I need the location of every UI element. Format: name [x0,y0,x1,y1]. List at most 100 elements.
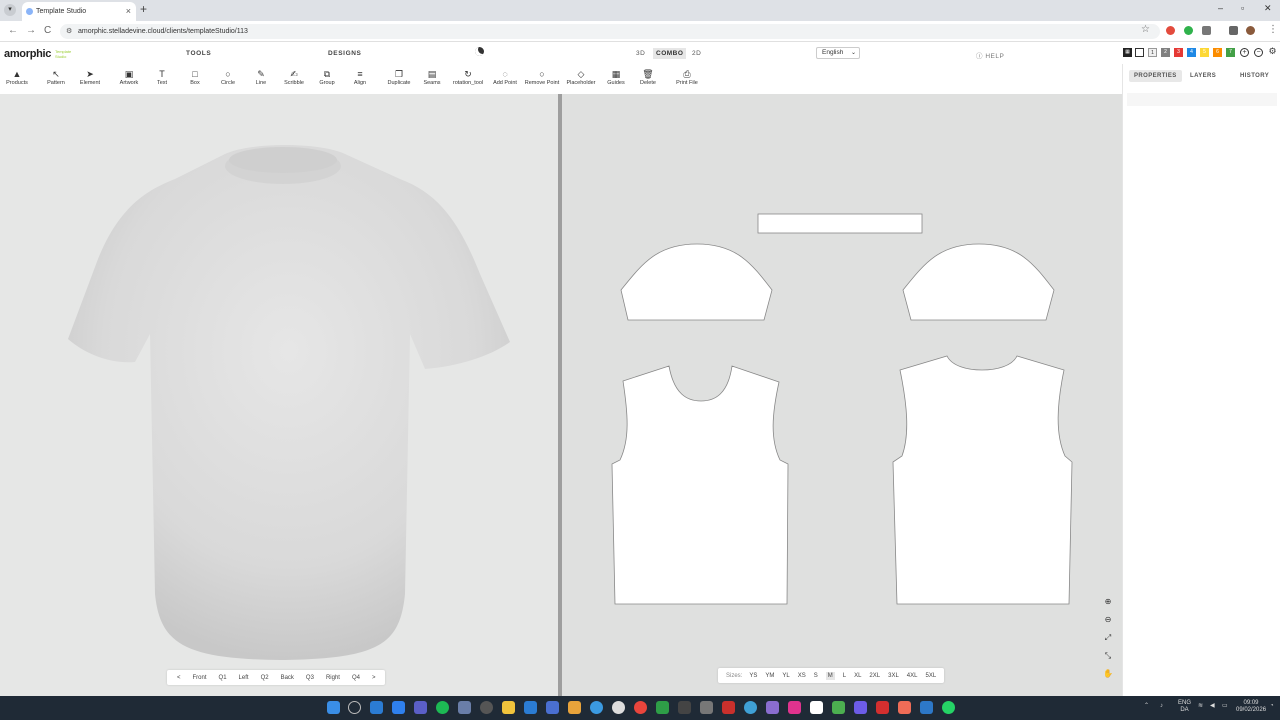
tool-seams[interactable]: ▤ Seams [412,68,452,86]
app-icon[interactable] [612,701,625,714]
fullscreen-icon[interactable]: ⤡ [1102,651,1114,669]
search-icon[interactable] [348,701,361,714]
color-slot[interactable]: 1 [1148,48,1157,57]
collar-piece[interactable] [757,213,923,234]
color-slot[interactable] [1135,48,1144,57]
tool-align[interactable]: ≡ Align [340,68,380,86]
view-nav-item[interactable]: Q1 [219,675,227,681]
size-option[interactable]: 3XL [888,673,899,679]
help-link[interactable]: ⓘ HELP [976,50,1004,60]
tab-layers[interactable]: LAYERS [1190,73,1216,79]
color-slot[interactable]: 4 [1187,48,1196,57]
tool-products[interactable]: ▲ Products [0,68,37,86]
color-slot[interactable]: 2 [1161,48,1170,57]
view-nav-item[interactable]: < [177,675,181,681]
reload-icon[interactable]: C [44,25,51,36]
size-option[interactable]: YL [782,673,789,679]
view-nav-item[interactable]: > [372,675,376,681]
spotify-icon[interactable] [436,701,449,714]
zoom-out-icon[interactable]: − [1254,48,1263,57]
sleeve-piece-left[interactable] [620,243,773,321]
view-nav-item[interactable]: Q3 [306,675,314,681]
mode-3d-button[interactable]: 3D [636,50,645,57]
size-option[interactable]: L [843,673,846,679]
folder-icon[interactable] [502,701,515,714]
size-option[interactable]: M [825,671,835,680]
minimize-button[interactable]: – [1218,3,1223,13]
size-option[interactable]: XL [854,673,861,679]
tool-remove-point[interactable]: ○ Remove Point [522,68,562,86]
profile-avatar[interactable] [1246,26,1255,35]
language-select[interactable]: English ⌄ [816,47,860,59]
tool-rotation-tool[interactable]: ↻ rotation_tool [448,68,488,86]
mode-combo-button[interactable]: COMBO [653,48,687,59]
wifi-icon[interactable]: ≋ [1198,703,1203,710]
color-slot[interactable]: 7 [1226,48,1235,57]
pan-hand-icon[interactable]: ✋ [1102,669,1114,687]
teams-icon[interactable] [414,701,427,714]
dark-mode-icon[interactable] [475,47,484,56]
tool-placeholder[interactable]: ◇ Placeholder [561,68,601,86]
zoom-in-icon[interactable]: ⊕ [1102,597,1114,615]
app-icon[interactable] [546,701,559,714]
size-option[interactable]: YM [765,673,774,679]
battery-icon[interactable]: ▭ [1222,703,1228,710]
3d-view-canvas[interactable]: < Front Q1 Left Q2 Back Q3 Right Q4 > [0,94,558,696]
volume-icon[interactable]: ◀ [1210,703,1215,710]
color-slot[interactable]: 6 [1213,48,1222,57]
start-icon[interactable] [327,701,340,714]
tool-add-point[interactable]: ◌ Add Point [485,68,525,86]
view-nav-item[interactable]: Q4 [352,675,360,681]
zoom-in-icon[interactable]: + [1240,48,1249,57]
whatsapp-icon[interactable] [942,701,955,714]
app-icon[interactable] [832,701,845,714]
app-icon[interactable] [700,701,713,714]
tool-element[interactable]: ➤ Element [70,68,110,86]
zoom-out-icon[interactable]: ⊖ [1102,615,1114,633]
extension-icon[interactable] [1184,26,1193,35]
tray-chevron-icon[interactable]: ⌃ [1144,703,1149,710]
close-window-button[interactable]: ✕ [1264,3,1272,14]
tab-close-icon[interactable]: × [126,2,131,21]
2d-pattern-canvas[interactable]: ⊕ ⊖ ⤢ ⤡ ✋ Sizes: YS YM YL XS S M L XL 2XL 3XL 4XL 5XL [562,94,1122,696]
settings-gear-icon[interactable]: ⚙ [1268,47,1277,57]
app-icon[interactable] [656,701,669,714]
app-icon[interactable] [876,701,889,714]
size-option[interactable]: 5XL [925,673,936,679]
notifications-icon[interactable]: ◔ [1270,703,1274,710]
view-nav-item[interactable]: Right [326,675,340,681]
mode-2d-button[interactable]: 2D [692,50,701,57]
extensions-puzzle-icon[interactable] [1202,26,1211,35]
browser-menu-icon[interactable]: ⋮ [1268,24,1278,35]
grid-toggle-icon[interactable]: ▦ [1123,48,1132,57]
clock[interactable]: 09:09 09/02/2026 [1236,700,1266,714]
size-option[interactable]: 2XL [869,673,880,679]
tool-delete[interactable]: 🗑 Delete [628,68,668,86]
vscode-icon[interactable] [392,701,405,714]
back-body-piece[interactable] [892,355,1073,605]
app-icon[interactable] [744,701,757,714]
app-icon[interactable] [370,701,383,714]
size-option[interactable]: YS [749,673,757,679]
size-option[interactable]: 4XL [907,673,918,679]
back-icon[interactable]: ← [8,25,18,36]
maximize-button[interactable]: ▫ [1241,3,1244,13]
app-icon[interactable] [524,701,537,714]
forward-icon[interactable]: → [26,25,36,36]
size-option[interactable]: XS [798,673,806,679]
tab-history[interactable]: HISTORY [1240,73,1269,79]
app-icon[interactable] [854,701,867,714]
tab-search-icon[interactable]: ▾ [4,4,16,16]
view-nav-item[interactable]: Back [281,675,294,681]
new-tab-button[interactable]: + [140,2,147,16]
input-language[interactable]: ENG DA [1178,700,1191,714]
size-option[interactable]: S [814,673,818,679]
tool-print-file[interactable]: ⎙ Print File [667,68,707,86]
url-field[interactable]: ⚙ amorphic.stelladevine.cloud/clients/te… [60,24,1160,39]
front-body-piece[interactable] [611,365,789,605]
filezilla-icon[interactable] [722,701,735,714]
app-icon[interactable] [458,701,471,714]
app-icon[interactable] [898,701,911,714]
app-icon[interactable] [480,701,493,714]
app-icon[interactable] [568,701,581,714]
